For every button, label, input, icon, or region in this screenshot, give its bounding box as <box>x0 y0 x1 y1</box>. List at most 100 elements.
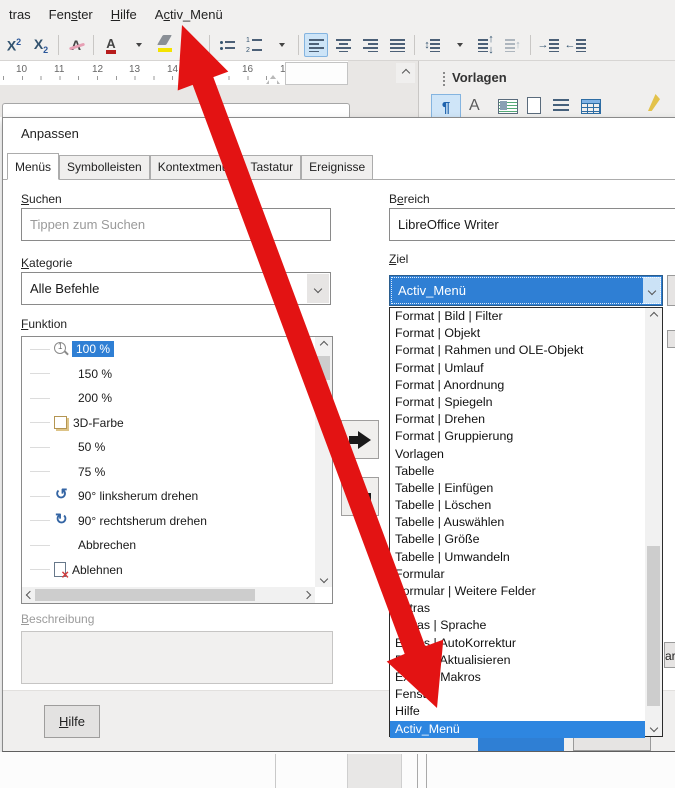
help-button[interactable]: Hilfe <box>44 705 100 738</box>
dropdown-option[interactable]: Format | Spiegeln <box>390 394 645 411</box>
font-color-icon[interactable]: A <box>99 33 123 57</box>
function-list-item[interactable]: 100 % <box>22 337 315 362</box>
table-styles-icon[interactable] <box>581 99 601 114</box>
function-list-item[interactable]: 3D-Farbe <box>22 411 315 436</box>
function-list-vscrollbar[interactable] <box>315 337 332 587</box>
dropdown-option[interactable]: Format | Umlauf <box>390 360 645 377</box>
tab-menus[interactable]: Menüs <box>7 153 59 180</box>
scroll-right-icon[interactable] <box>299 587 315 603</box>
align-left-icon[interactable] <box>304 33 328 57</box>
target-combobox[interactable]: Activ_Menü <box>389 275 663 306</box>
scroll-down-icon[interactable] <box>645 720 662 736</box>
spotlight-icon[interactable] <box>645 94 660 111</box>
align-right-icon[interactable] <box>358 33 382 57</box>
dropdown-option[interactable]: Formular | Weitere Felder <box>390 583 645 600</box>
function-list-item[interactable]: 150 % <box>22 362 315 387</box>
dropdown-option[interactable]: Format | Drehen <box>390 411 645 428</box>
dropdown-option[interactable]: Format | Anordnung <box>390 377 645 394</box>
panel-drag-handle-icon[interactable] <box>443 72 445 86</box>
dropdown-option[interactable]: Tabelle | Größe <box>390 531 645 548</box>
vscroll-thumb[interactable] <box>647 546 660 706</box>
description-textarea[interactable] <box>21 631 333 684</box>
vscroll-thumb[interactable] <box>317 356 330 380</box>
dropdown-option[interactable]: Extras | Sprache <box>390 617 645 634</box>
indent-marker[interactable] <box>266 75 280 84</box>
function-list-item[interactable]: 90° linksherum drehen <box>22 484 315 509</box>
superscript-icon[interactable]: X2 <box>2 33 26 57</box>
dropdown-option[interactable]: Extras | Makros <box>390 669 645 686</box>
function-list-item[interactable]: 75 % <box>22 460 315 485</box>
highlight-color-icon[interactable] <box>153 33 177 57</box>
search-input[interactable]: Tippen zum Suchen <box>21 208 331 241</box>
function-list-item[interactable]: 200 % <box>22 386 315 411</box>
dropdown-option[interactable]: Format | Rahmen und OLE-Objekt <box>390 342 645 359</box>
dropdown-option[interactable]: Tabelle | Auswählen <box>390 514 645 531</box>
list-styles-icon[interactable] <box>553 99 569 111</box>
function-list-item[interactable]: Ablehnen <box>22 558 315 583</box>
dropdown-option[interactable]: Fenster <box>390 686 645 703</box>
paragraph-spacing-decrease-icon[interactable]: ↑ <box>501 33 525 57</box>
cut-off-button[interactable] <box>667 330 675 348</box>
dropdown-option[interactable]: Extras <box>390 600 645 617</box>
menu-item-activ-menu[interactable]: Activ_Menü <box>146 0 232 30</box>
dropdown-option[interactable]: Tabelle | Umwandeln <box>390 549 645 566</box>
font-color-dropdown-icon[interactable] <box>126 33 150 57</box>
add-command-button[interactable] <box>341 420 379 459</box>
function-list-hscrollbar[interactable] <box>22 587 315 603</box>
numbered-list-dropdown-icon[interactable] <box>269 33 293 57</box>
decrease-indent-icon[interactable]: ← <box>563 33 587 57</box>
function-list-item[interactable]: Abbrechen <box>22 533 315 558</box>
menu-item-fenster[interactable]: Fenster <box>40 0 102 30</box>
function-item-label: 90° linksherum drehen <box>78 489 198 503</box>
cut-off-button[interactable] <box>667 275 675 306</box>
dropdown-option[interactable]: Hilfe <box>390 703 645 720</box>
scroll-up-icon[interactable] <box>645 308 662 324</box>
dropdown-option[interactable]: Activ_Menü <box>390 721 645 738</box>
dropdown-option[interactable]: Extras | AutoKorrektur <box>390 635 645 652</box>
dropdown-option[interactable]: Tabelle <box>390 463 645 480</box>
cut-off-standard-button[interactable]: ard <box>664 642 675 668</box>
bullet-list-icon[interactable] <box>215 33 239 57</box>
page-styles-icon[interactable] <box>527 97 541 114</box>
frame-styles-icon[interactable] <box>498 99 518 114</box>
function-list-item[interactable]: 50 % <box>22 435 315 460</box>
scroll-down-icon[interactable] <box>315 571 332 587</box>
dropdown-option[interactable]: Formular <box>390 566 645 583</box>
increase-indent-icon[interactable]: → <box>536 33 560 57</box>
tab-kontextmenus[interactable]: Kontextmenüs <box>150 155 243 179</box>
character-styles-icon[interactable]: A <box>469 97 480 115</box>
paragraph-spacing-icon[interactable]: ↑↓ <box>474 33 498 57</box>
dropdown-option[interactable]: Tabelle | Löschen <box>390 497 645 514</box>
dropdown-option[interactable]: Vorlagen <box>390 446 645 463</box>
scroll-up-button[interactable] <box>396 63 415 83</box>
tab-ereignisse[interactable]: Ereignisse <box>301 155 373 179</box>
line-spacing-icon[interactable]: ↕ <box>420 33 444 57</box>
dropdown-option[interactable]: Tabelle | Einfügen <box>390 480 645 497</box>
subscript-icon[interactable]: X2 <box>29 33 53 57</box>
category-dropdown[interactable]: Alle Befehle <box>21 272 331 305</box>
target-dropdown-popup: Format | Bild | FilterFormat | ObjektFor… <box>389 307 663 737</box>
tab-tastatur[interactable]: Tastatur <box>242 155 301 179</box>
line-spacing-dropdown-icon[interactable] <box>447 33 471 57</box>
numbered-list-icon[interactable]: 12 <box>242 33 266 57</box>
chevron-down-icon[interactable] <box>307 274 329 303</box>
align-center-icon[interactable] <box>331 33 355 57</box>
popup-vscrollbar[interactable] <box>645 308 662 736</box>
dropdown-option[interactable]: Format | Gruppierung <box>390 428 645 445</box>
dropdown-option[interactable]: Extras | Aktualisieren <box>390 652 645 669</box>
scope-dropdown[interactable]: LibreOffice Writer <box>389 208 675 241</box>
function-list-item[interactable]: 90° rechtsherum drehen <box>22 509 315 534</box>
dropdown-option[interactable]: Format | Objekt <box>390 325 645 342</box>
menu-item-extras-partial[interactable]: tras <box>0 0 40 30</box>
dropdown-option[interactable]: Format | Bild | Filter <box>390 308 645 325</box>
chevron-down-icon[interactable] <box>643 277 661 304</box>
highlight-dropdown-icon[interactable] <box>180 33 204 57</box>
justify-icon[interactable] <box>385 33 409 57</box>
scroll-up-icon[interactable] <box>315 337 332 353</box>
clear-formatting-icon[interactable]: A <box>64 33 88 57</box>
tab-symbolleisten[interactable]: Symbolleisten <box>59 155 150 179</box>
remove-command-button[interactable] <box>341 477 379 516</box>
menu-item-hilfe[interactable]: Hilfe <box>102 0 146 30</box>
horizontal-ruler[interactable]: 10 11 12 13 14 15 16 17 18 <box>0 61 348 85</box>
hscroll-thumb[interactable] <box>35 589 255 601</box>
